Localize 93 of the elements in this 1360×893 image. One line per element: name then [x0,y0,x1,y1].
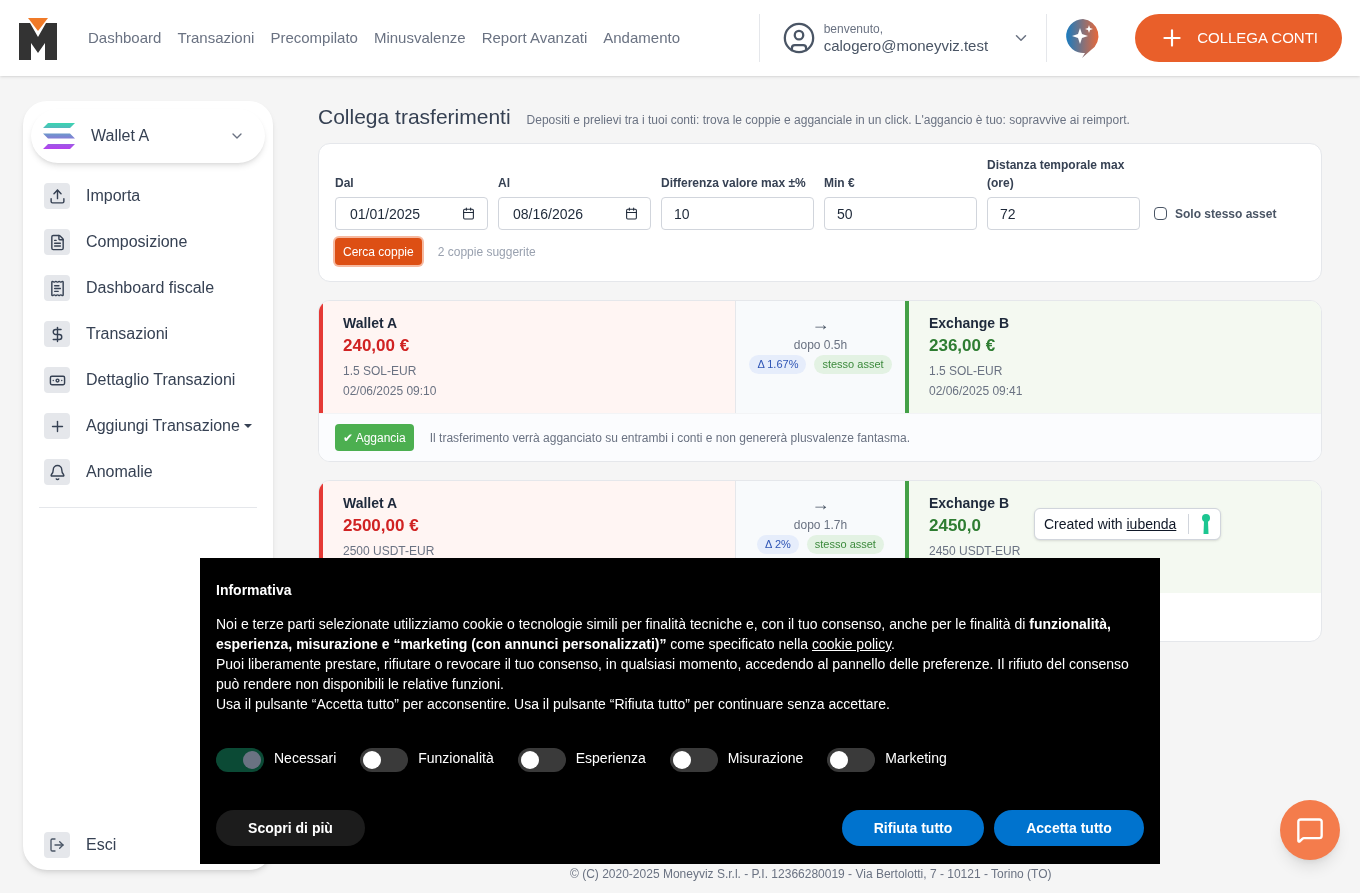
nav-link[interactable]: Report Avanzati [481,26,588,50]
delta-tag: Δ 2% [757,535,799,554]
caret-icon [243,424,252,428]
amount: 240,00 € [343,335,410,357]
amount: 2450,0 [929,515,981,537]
sidebar-item[interactable]: Composizione [86,230,188,254]
delta-tag: Δ 1.67% [749,355,807,374]
number-field[interactable]: 10 [661,197,814,230]
chat-button[interactable] [1280,800,1340,860]
credit-link[interactable]: iubenda [1126,516,1177,532]
logout-link[interactable]: Esci [86,833,117,857]
nav-link[interactable]: Andamento [603,26,680,50]
asset-tag: stesso asset [806,535,884,554]
sidebar-item[interactable]: Dashboard fiscale [86,276,215,300]
page-subtitle: Depositi e prelievi tra i tuoi conti: trova le coppie e agganciale in un click. L'aggancio è tuo: sopravvive ai reimport. [526,112,1130,128]
field-label: Distanza temporale max (ore) [987,157,1126,192]
nav-link[interactable]: Transazioni [177,26,255,50]
banner-text: Usa il pulsante “Accetta tutto” per acconsentire. Usa il pulsante “Rifiuta tutto” per continuare senza accettare. [216,695,891,714]
sidebar-item[interactable]: Anomalie [86,460,153,484]
logo-icon [18,15,58,61]
field-label: Min € [824,175,856,192]
field-label: Differenza valore max ±% [661,175,807,192]
transfer-date: 02/06/2025 09:41 [929,382,1023,399]
toggle-switch[interactable] [669,748,718,772]
field-label: Al [498,175,511,192]
toggle-switch[interactable] [517,748,566,772]
arrow-text: → [811,315,830,333]
date-field[interactable]: 08/16/2026 [498,197,651,230]
toggle-switch[interactable] [827,748,876,772]
asset-quantity: 2450 USDT-EUR [929,542,1021,559]
amount: 2500,00 € [343,515,419,537]
user-email: calogero@moneyviz.test [823,36,989,56]
amount: 236,00 € [929,335,996,357]
dollar-icon [44,321,70,347]
field-label: Dal [335,175,355,192]
banner-title: Informativa [216,581,293,600]
document-icon [44,229,70,255]
upload-icon [44,183,70,209]
sidebar-item[interactable]: Aggiungi Transazione [86,414,252,438]
credit-text: Created with iubenda [1044,515,1177,534]
nav-link[interactable]: Precompilato [270,26,358,50]
asset-quantity: 1.5 SOL-EUR [929,362,1003,379]
toggle-switch[interactable] [360,748,409,772]
same-asset-checkbox[interactable] [1154,207,1167,220]
result-count: 2 coppie suggerite [437,243,536,260]
number-field[interactable]: 50 [824,197,977,230]
receipt-icon [44,275,70,301]
chat-icon [1296,816,1324,844]
learn-more-button[interactable]: Scopri di più [216,810,365,846]
account-name: Wallet A [343,314,398,333]
time-gap: dopo 0.5h [793,337,848,353]
banner-text: Noi e terze parti selezionate utilizziamo cookie o tecnologie simili per finalità tecniche e, con il tuo consenso, anche per le finalità di funzionalità, esperienza, misurazione e “marketing (con annunci personalizzati)” come specificato nella cookie policy. [216,615,1112,654]
toggle-label: Misurazione [727,749,804,768]
user-icon [781,21,816,55]
search-pairs-button[interactable]: Cerca coppie [335,238,422,265]
account-name: Wallet A [343,494,398,513]
date-field[interactable]: 01/01/2025 [335,197,488,230]
toggle-label: Marketing [885,749,947,768]
sidebar-item[interactable]: Importa [86,184,141,208]
sidebar-item[interactable]: Dettaglio Transazioni [86,368,236,392]
account-name: Exchange B [929,314,1010,333]
nav-link[interactable]: Dashboard [88,26,162,50]
logout-icon [44,832,70,858]
footer-text: © (C) 2020-2025 Moneyviz S.r.l. - P.I. 12366280019 - Via Bertolotti, 7 - 10121 - Torino (TO) [570,866,1052,882]
banner-text: Puoi liberamente prestare, rifiutare o revocare il tuo consenso, in qualsiasi momento, accedendo al pannello delle preferenze. Il rifiuto del consenso può rendere non disponibili le relative funzioni. [216,655,1130,694]
checkbox-label: Solo stesso asset [1175,205,1277,222]
greeting: benvenuto, [823,20,885,37]
sidebar-item[interactable]: Transazioni [86,322,169,346]
asset-quantity: 2500 USDT-EUR [343,542,435,559]
calendar-icon [625,207,638,220]
toggle-label: Necessari [274,749,337,768]
banknote-icon [44,367,70,393]
keyhole-icon [1201,514,1212,534]
stripes-logo-icon [43,123,75,149]
calendar-icon [462,207,475,220]
toggle-switch[interactable] [216,748,264,772]
page-title: Collega trasferimenti [318,104,511,130]
wallet-selector[interactable]: Wallet A [31,109,265,163]
time-gap: dopo 1.7h [793,517,848,533]
number-field[interactable]: 72 [987,197,1140,230]
asset-tag: stesso asset [814,355,892,374]
link-note: Il trasferimento verrà agganciato su entrambi i conti e non genererà plusvalenze fantasma. [429,429,910,446]
toggle-label: Funzionalità [418,749,494,768]
plus-icon [44,413,70,439]
accept-button[interactable]: Accetta tutto [994,810,1144,846]
bell-icon [44,459,70,485]
reject-button[interactable]: Rifiuta tutto [842,810,984,846]
arrow-text: → [811,495,830,513]
nav-link[interactable]: Minusvalenze [373,26,466,50]
toggle-label: Esperienza [575,749,646,768]
asset-quantity: 1.5 SOL-EUR [343,362,417,379]
transfer-date: 02/06/2025 09:10 [343,382,437,399]
account-name: Exchange B [929,494,1010,513]
